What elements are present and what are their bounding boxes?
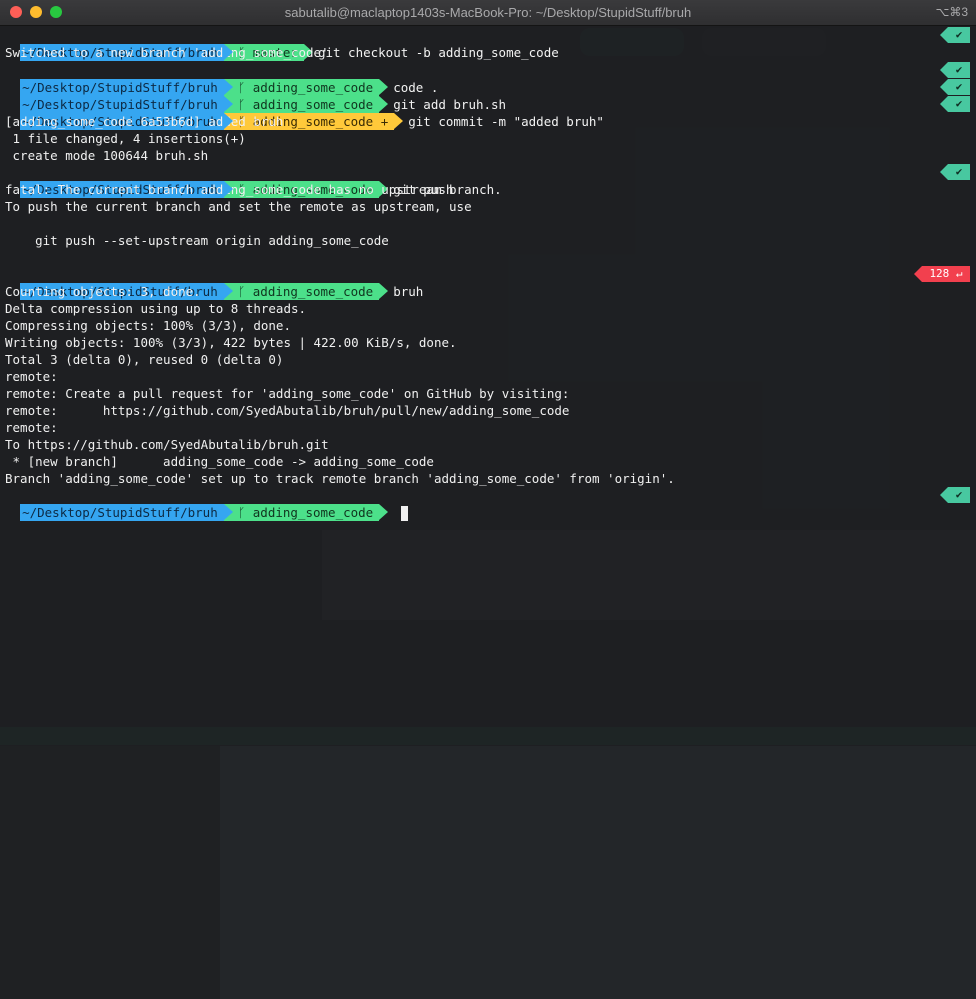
- background-file-explorer: [0, 746, 220, 999]
- prompt-path: ~/Desktop/StupidStuff/bruh: [20, 504, 233, 521]
- output-line: Total 3 (delta 0), reused 0 (delta 0): [5, 352, 284, 367]
- output-line: remote:: [5, 369, 58, 384]
- branch-icon: ᚴ: [237, 284, 246, 299]
- prompt-line: ~/Desktop/StupidStuff/bruh ᚴ adding_some_…: [5, 62, 438, 96]
- output-line: 1 file changed, 4 insertions(+): [5, 131, 246, 146]
- output-line: remote: https://github.com/SyedAbutalib/…: [5, 403, 570, 418]
- output-line: Writing objects: 100% (3/3), 422 bytes |…: [5, 335, 457, 350]
- command-text: bruh: [393, 284, 424, 299]
- branch-icon: ᚴ: [237, 505, 246, 520]
- text-cursor: [401, 506, 409, 521]
- prompt-line-current[interactable]: ~/Desktop/StupidStuff/bruh ᚴ adding_some_…: [5, 487, 409, 521]
- status-ok-badge: ✔: [940, 487, 970, 503]
- command-text: git commit -m "added bruh": [408, 114, 604, 129]
- status-ok-badge: ✔: [940, 27, 970, 43]
- branch-name: adding_some_code: [252, 284, 374, 299]
- prompt-branch: ᚴ adding_some_code: [223, 283, 389, 300]
- output-line: * [new branch] adding_some_code -> addin…: [5, 454, 434, 469]
- prompt-line: ~/Desktop/StupidStuff/bruh ᚴ adding_some_…: [5, 164, 453, 198]
- status-ok-badge: ✔: [940, 62, 970, 78]
- prompt-line: ~/Desktop/StupidStuff/bruh ᚴ adding_some_…: [5, 79, 506, 113]
- output-line: remote: Create a pull request for 'addin…: [5, 386, 570, 401]
- output-line: Branch 'adding_some_code' set up to trac…: [5, 471, 675, 486]
- prompt-line: ~/Desktop/StupidStuff/bruh ᚴ master git ch…: [5, 27, 559, 61]
- window-shortcut: ⌥⌘3: [935, 5, 968, 19]
- prompt-branch: ᚴ adding_some_code: [223, 504, 389, 521]
- command-input[interactable]: [379, 504, 393, 521]
- status-error-badge: 128 ↵: [914, 266, 970, 282]
- output-line: Counting objects: 3, done.: [5, 284, 201, 299]
- status-ok-badge: ✔: [940, 164, 970, 180]
- output-line: [adding_some_code 6a53b6d] added bruh: [5, 114, 284, 129]
- output-line: Switched to a new branch 'adding_some_co…: [5, 45, 329, 60]
- output-line: To push the current branch and set the r…: [5, 199, 472, 214]
- window-titlebar: sabutalib@maclaptop1403s-MacBook-Pro: ~/…: [0, 0, 976, 26]
- output-line: Compressing objects: 100% (3/3), done.: [5, 318, 291, 333]
- status-ok-badge: ✔: [940, 79, 970, 95]
- window-title: sabutalib@maclaptop1403s-MacBook-Pro: ~/…: [284, 5, 692, 20]
- output-line: git push --set-upstream origin adding_so…: [5, 233, 389, 248]
- command-text: git checkout -b adding_some_code: [317, 45, 559, 60]
- prompt-line: ~/Desktop/StupidStuff/bruh ᚴ adding_some_…: [5, 96, 604, 130]
- output-line: remote:: [5, 420, 58, 435]
- output-line: create mode 100644 bruh.sh: [5, 148, 209, 163]
- output-line: To https://github.com/SyedAbutalib/bruh.…: [5, 437, 329, 452]
- output-line: Delta compression using up to 8 threads.: [5, 301, 307, 316]
- output-line: fatal: The current branch adding_some_co…: [5, 182, 502, 197]
- prompt-line: ~/Desktop/StupidStuff/bruh ᚴ adding_some_…: [5, 266, 423, 300]
- status-ok-badge: ✔: [940, 96, 970, 112]
- branch-name: adding_some_code: [252, 505, 374, 520]
